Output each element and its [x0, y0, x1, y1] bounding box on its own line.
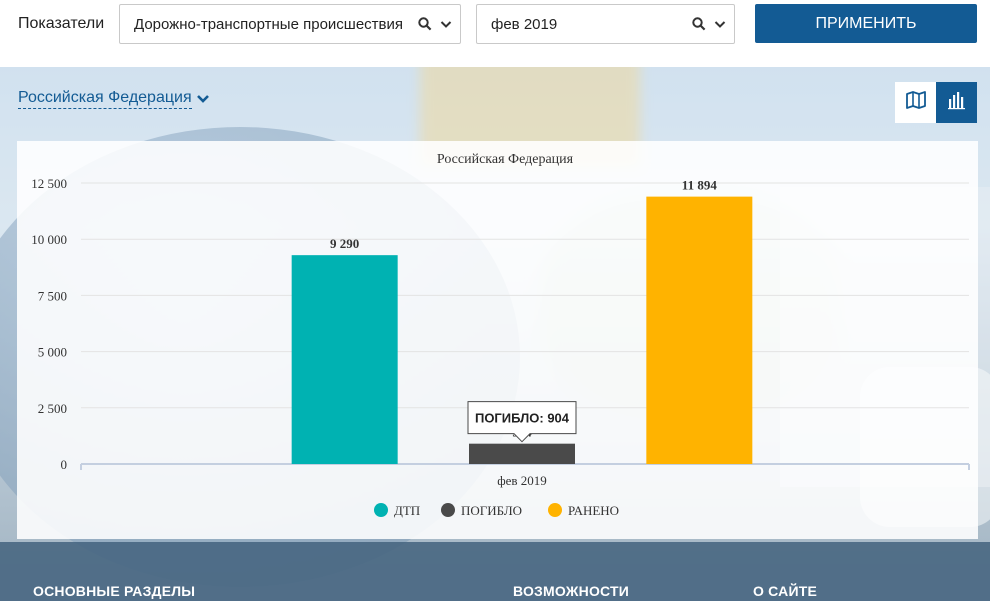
data-label: 11 894	[682, 178, 718, 193]
bar-1	[291, 255, 398, 464]
footer-about[interactable]: О САЙТЕ	[753, 583, 817, 599]
footer: ОСНОВНЫЕ РАЗДЕЛЫ ВОЗМОЖНОСТИ О САЙТЕ	[0, 542, 990, 601]
search-icon[interactable]	[415, 13, 435, 35]
chart-view-button[interactable]	[936, 82, 977, 123]
indicator-select[interactable]: Дорожно-транспортные происшествия	[119, 4, 461, 44]
legend-marker-2	[441, 503, 455, 517]
y-tick-label: 0	[61, 457, 68, 472]
period-select[interactable]: фев 2019	[476, 4, 735, 44]
y-tick-label: 7 500	[38, 288, 67, 303]
chevron-down-icon[interactable]	[710, 13, 730, 35]
footer-main-sections[interactable]: ОСНОВНЫЕ РАЗДЕЛЫ	[33, 583, 195, 599]
tooltip-label: ПОГИБЛО: 904	[475, 411, 570, 426]
period-select-value: фев 2019	[491, 16, 558, 33]
legend-label: ДТП	[394, 503, 420, 518]
search-icon[interactable]	[689, 13, 709, 35]
legend-label: РАНЕНО	[568, 503, 619, 518]
chevron-down-icon[interactable]	[196, 92, 210, 110]
legend-marker-1	[374, 503, 388, 517]
legend-marker-3	[548, 503, 562, 517]
filter-bar: Показатели Дорожно-транспортные происшес…	[0, 0, 990, 52]
chevron-down-icon[interactable]	[436, 13, 456, 35]
indicators-label: Показатели	[18, 15, 105, 32]
footer-features[interactable]: ВОЗМОЖНОСТИ	[513, 583, 629, 599]
y-tick-label: 2 500	[38, 401, 67, 416]
chart-title: Российская Федерация	[437, 152, 574, 167]
data-label: 9 290	[330, 236, 359, 251]
x-tick-label: фев 2019	[497, 473, 547, 488]
bar-2	[469, 443, 575, 464]
legend-label: ПОГИБЛО	[461, 503, 522, 518]
bar-chart-icon	[947, 90, 967, 115]
indicator-select-value: Дорожно-транспортные происшествия	[134, 16, 404, 33]
y-tick-label: 10 000	[31, 232, 67, 247]
y-tick-label: 12 500	[31, 176, 67, 191]
y-tick-label: 5 000	[38, 345, 67, 360]
map-icon	[905, 90, 927, 115]
map-view-button[interactable]	[895, 82, 936, 123]
apply-button[interactable]: ПРИМЕНИТЬ	[755, 4, 977, 43]
region-selector[interactable]: Российская Федерация	[18, 89, 192, 109]
chart-panel: Российская Федерация 0 2 500 5 000 7 500 10 0…	[17, 141, 978, 539]
bar-3	[646, 196, 753, 465]
bar-chart: Российская Федерация 0 2 500 5 000 7 500 10 0…	[31, 152, 970, 518]
